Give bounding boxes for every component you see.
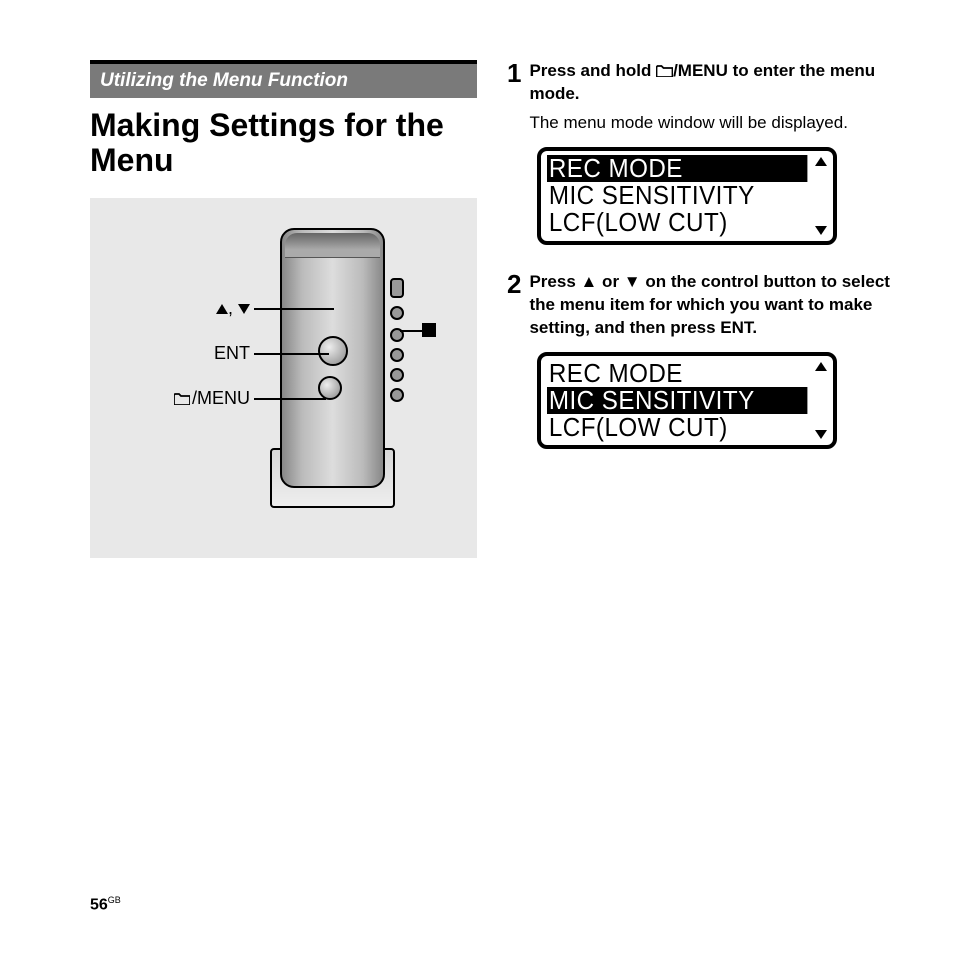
step-2: 2 Press ▲ or ▼ on the control button to …: [507, 271, 894, 340]
triangle-down-icon: [238, 304, 250, 314]
folder-icon: [656, 65, 673, 77]
folder-icon: [174, 393, 190, 405]
device-drawing: [270, 218, 400, 518]
lcd-row: LCF(LOW CUT): [547, 414, 807, 441]
scroll-down-icon: [815, 430, 827, 439]
leader-line: [254, 308, 334, 310]
callout-up-down: ,: [90, 298, 250, 319]
lcd-row: REC MODE: [547, 360, 807, 387]
step-number: 2: [507, 271, 521, 340]
page-number: 56GB: [90, 895, 121, 914]
lcd-row: REC MODE: [547, 155, 807, 182]
scroll-up-icon: [815, 157, 827, 166]
page-heading: Making Settings for the Menu: [90, 108, 477, 178]
leader-line: [254, 398, 326, 400]
lcd-screen-2: REC MODE MIC SENSITIVITY LCF(LOW CUT): [537, 352, 837, 450]
device-illustration: , ENT /MENU: [90, 198, 477, 558]
triangle-up-icon: [216, 304, 228, 314]
step-1-instruction: Press and hold /MENU to enter the menu m…: [529, 61, 875, 103]
step-2-instruction: Press ▲ or ▼ on the control button to se…: [529, 272, 889, 337]
callout-ent: ENT: [90, 343, 250, 364]
lcd-row: MIC SENSITIVITY: [547, 182, 807, 209]
step-1-body: The menu mode window will be displayed.: [529, 112, 894, 135]
lcd-row: LCF(LOW CUT): [547, 209, 807, 236]
stop-icon: [422, 323, 436, 337]
section-banner: Utilizing the Menu Function: [90, 60, 477, 98]
leader-line: [400, 330, 422, 332]
callout-menu: /MENU: [90, 388, 250, 409]
lcd-row: MIC SENSITIVITY: [547, 387, 807, 414]
step-number: 1: [507, 60, 521, 135]
lcd-screen-1: REC MODE MIC SENSITIVITY LCF(LOW CUT): [537, 147, 837, 245]
scroll-down-icon: [815, 226, 827, 235]
scroll-up-icon: [815, 362, 827, 371]
step-1: 1 Press and hold /MENU to enter the menu…: [507, 60, 894, 135]
leader-line: [254, 353, 329, 355]
